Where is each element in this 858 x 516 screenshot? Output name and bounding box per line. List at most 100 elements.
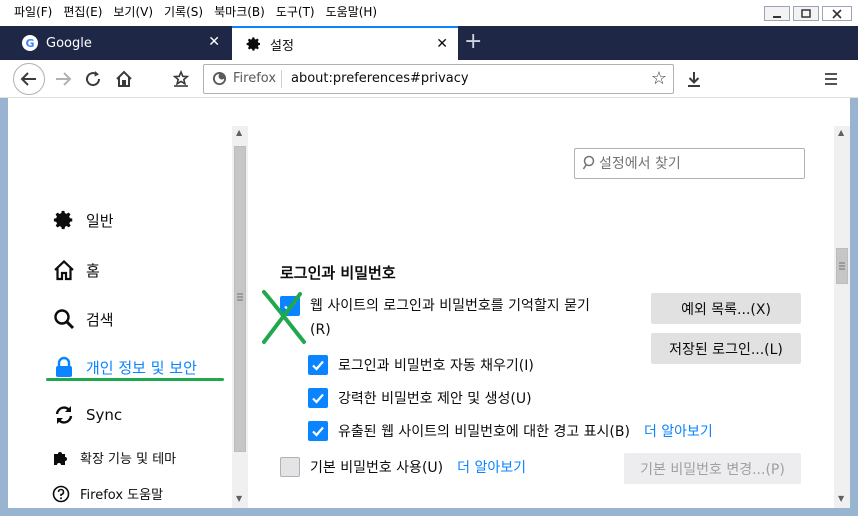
category-label: Sync xyxy=(86,406,123,424)
close-icon xyxy=(832,8,842,19)
suggest-passwords-checkbox[interactable] xyxy=(308,388,328,408)
sidebar-scrollbar[interactable]: ▲ ▼ xyxy=(232,126,248,508)
settings-search-box[interactable] xyxy=(574,148,805,179)
primary-password-learn-more-link[interactable]: 더 알아보기 xyxy=(457,457,526,477)
main-scrollbar[interactable]: ▲ ▼ xyxy=(834,126,850,508)
change-primary-password-button[interactable]: 기본 비밀번호 변경...(P) xyxy=(624,453,801,484)
arrow-right-icon xyxy=(56,72,72,86)
settings-search-input[interactable] xyxy=(599,154,799,174)
sync-icon xyxy=(52,403,76,427)
bookmark-star-icon[interactable]: ☆ xyxy=(651,68,667,89)
maximize-icon xyxy=(801,8,811,18)
scroll-up-arrow-icon[interactable]: ▲ xyxy=(236,128,242,137)
grip-icon xyxy=(839,262,845,270)
scroll-down-arrow-icon[interactable]: ▼ xyxy=(838,494,844,503)
category-label: Firefox 도움말 xyxy=(80,488,164,503)
star-tray-icon xyxy=(172,70,190,87)
category-label: 개인 정보 및 보안 xyxy=(86,358,197,377)
window-frame: 파일(F) 편집(E) 보기(V) 기록(S) 북마크(B) 도구(T) 도움말… xyxy=(0,0,858,516)
menu-history[interactable]: 기록(S) xyxy=(160,4,210,20)
breach-alerts-checkbox[interactable] xyxy=(308,421,328,441)
back-button[interactable] xyxy=(13,63,45,95)
category-general[interactable]: 일반 xyxy=(52,208,114,232)
search-icon xyxy=(583,155,595,170)
reload-icon xyxy=(86,71,101,87)
category-home[interactable]: 홈 xyxy=(52,258,100,282)
tab-google[interactable]: G Google ✕ xyxy=(8,26,230,60)
menu-bar: 파일(F) 편집(E) 보기(V) 기록(S) 북마크(B) 도구(T) 도움말… xyxy=(0,0,858,26)
tab-close-icon[interactable]: ✕ xyxy=(208,35,220,49)
category-label: 확장 기능 및 테마 xyxy=(80,452,177,467)
breach-alerts-row[interactable]: 유출된 웹 사이트의 비밀번호에 대한 경고 표시(B) 더 알아보기 xyxy=(308,421,713,441)
scroll-down-arrow-icon[interactable]: ▼ xyxy=(236,494,242,503)
ask-save-logins-accesskey: (R) xyxy=(310,322,331,338)
close-window-button[interactable] xyxy=(822,6,852,21)
logins-section-title: 로그인과 비밀번호 xyxy=(280,264,396,282)
category-sync[interactable]: Sync xyxy=(52,403,122,427)
menu-file[interactable]: 파일(F) xyxy=(10,4,59,20)
suggest-passwords-label: 강력한 비밀번호 제안 및 생성(U) xyxy=(338,391,532,407)
forward-button[interactable] xyxy=(48,64,78,94)
autofill-row[interactable]: 로그인과 비밀번호 자동 채우기(I) xyxy=(308,355,534,375)
home-icon xyxy=(52,258,76,282)
scroll-up-arrow-icon[interactable]: ▲ xyxy=(838,128,844,137)
ask-save-logins-label: 웹 사이트의 로그인과 비밀번호를 기억할지 묻기 (R) xyxy=(310,294,590,342)
preferences-content: 일반 홈 검색 개인 정보 및 보안 Sync 확장 기능 및 테마 Firef… xyxy=(8,126,850,508)
tab-close-icon[interactable]: ✕ xyxy=(436,37,448,51)
gear-icon xyxy=(52,208,76,232)
menu-items: 파일(F) 편집(E) 보기(V) 기록(S) 북마크(B) 도구(T) 도움말… xyxy=(10,4,384,20)
url-text[interactable]: about:preferences#privacy xyxy=(291,71,469,86)
suggest-passwords-row[interactable]: 강력한 비밀번호 제안 및 생성(U) xyxy=(308,388,532,408)
url-bar[interactable]: Firefox about:preferences#privacy ☆ xyxy=(203,64,674,94)
home-icon xyxy=(116,70,132,87)
reload-button[interactable] xyxy=(78,64,108,94)
tab-strip: G Google ✕ 설정 ✕ + xyxy=(0,26,858,60)
primary-password-checkbox[interactable] xyxy=(280,457,300,477)
autofill-checkbox[interactable] xyxy=(308,355,328,375)
content-top-padding xyxy=(8,98,850,126)
privacy-pane: 로그인과 비밀번호 웹 사이트의 로그인과 비밀번호를 기억할지 묻기 (R) … xyxy=(248,126,834,508)
bookmarks-menu-button[interactable] xyxy=(166,64,196,94)
home-button[interactable] xyxy=(109,64,139,94)
hamburger-menu-icon xyxy=(825,73,837,85)
grip-icon xyxy=(237,293,243,301)
primary-password-row[interactable]: 기본 비밀번호 사용(U) 더 알아보기 xyxy=(280,457,526,477)
category-addons[interactable]: 확장 기능 및 테마 xyxy=(52,448,176,467)
puzzle-icon xyxy=(52,449,70,467)
new-tab-plus-icon[interactable]: + xyxy=(464,29,482,54)
tab-label: Google xyxy=(46,35,92,51)
help-icon xyxy=(52,485,70,503)
maximize-button[interactable] xyxy=(793,6,819,21)
menu-help[interactable]: 도움말(H) xyxy=(322,4,385,20)
main-scroll-thumb[interactable] xyxy=(836,248,848,284)
exceptions-button[interactable]: 예외 목록...(X) xyxy=(651,293,801,324)
identity-label: Firefox xyxy=(233,71,277,86)
identity-box[interactable]: Firefox xyxy=(212,71,276,86)
autofill-label: 로그인과 비밀번호 자동 채우기(I) xyxy=(338,358,534,374)
checkmark-icon xyxy=(312,426,324,437)
menu-edit[interactable]: 편집(E) xyxy=(59,4,109,20)
green-underline-annotation xyxy=(46,378,224,381)
window-controls xyxy=(764,6,852,21)
downloads-button[interactable] xyxy=(679,64,709,94)
menu-tools[interactable]: 도구(T) xyxy=(272,4,322,20)
saved-logins-button[interactable]: 저장된 로그인...(L) xyxy=(651,333,801,364)
category-privacy[interactable]: 개인 정보 및 보안 xyxy=(52,355,197,379)
sidebar-scroll-thumb[interactable] xyxy=(234,146,246,452)
breach-alerts-label: 유출된 웹 사이트의 비밀번호에 대한 경고 표시(B) xyxy=(338,424,630,440)
search-icon xyxy=(52,307,76,331)
tab-settings[interactable]: 설정 ✕ xyxy=(232,26,458,60)
category-help[interactable]: Firefox 도움말 xyxy=(52,484,163,503)
category-label: 홈 xyxy=(86,261,100,280)
category-search[interactable]: 검색 xyxy=(52,307,114,331)
tab-label: 설정 xyxy=(270,38,294,54)
category-label: 검색 xyxy=(86,310,114,329)
menu-bookmarks[interactable]: 북마크(B) xyxy=(210,4,272,20)
minimize-button[interactable] xyxy=(764,6,790,21)
arrow-left-icon xyxy=(20,72,36,86)
breach-learn-more-link[interactable]: 더 알아보기 xyxy=(644,421,713,441)
menu-view[interactable]: 보기(V) xyxy=(109,4,160,20)
ask-save-logins-row[interactable]: 웹 사이트의 로그인과 비밀번호를 기억할지 묻기 (R) xyxy=(280,296,590,342)
ask-save-logins-text: 웹 사이트의 로그인과 비밀번호를 기억할지 묻기 xyxy=(310,298,590,314)
app-menu-button[interactable] xyxy=(816,64,846,94)
